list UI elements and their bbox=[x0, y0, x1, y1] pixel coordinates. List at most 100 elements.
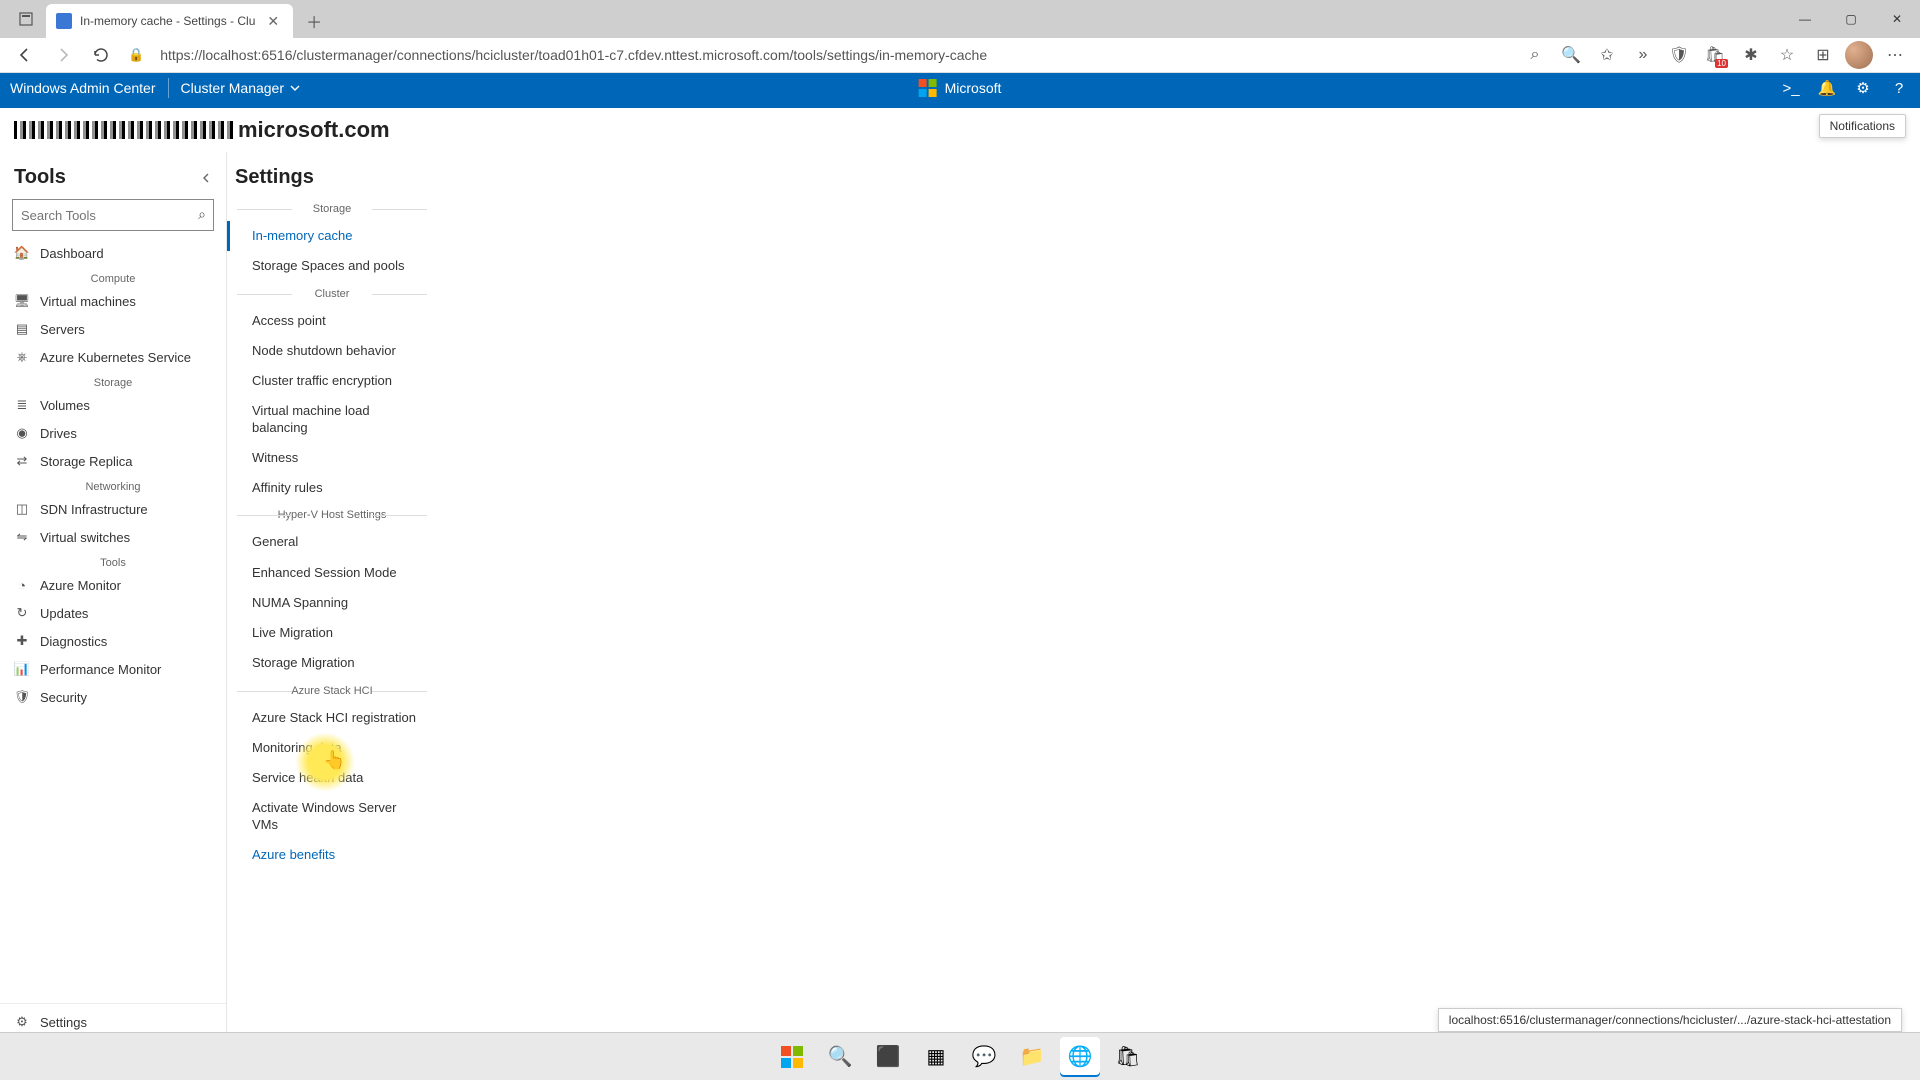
sidebar-item-servers[interactable]: ▤Servers bbox=[0, 315, 226, 343]
taskbar-search[interactable]: 🔍 bbox=[820, 1037, 860, 1077]
sidebar-item-label: Dashboard bbox=[40, 246, 104, 261]
gear-icon[interactable]: ⚙ bbox=[1852, 77, 1874, 99]
settings-item-in-memory-cache[interactable]: In-memory cache bbox=[227, 221, 437, 251]
status-url-tooltip: localhost:6516/clustermanager/connection… bbox=[1438, 1008, 1902, 1032]
tool-group-label: Storage bbox=[0, 371, 226, 391]
settings-item-general[interactable]: General bbox=[227, 527, 437, 557]
forward-button[interactable] bbox=[46, 38, 80, 72]
back-button[interactable] bbox=[8, 38, 42, 72]
settings-item-virtual-machine-load-balancing[interactable]: Virtual machine load balancing bbox=[227, 396, 437, 443]
settings-item-monitoring-data[interactable]: Monitoring data bbox=[227, 733, 437, 763]
window-minimize[interactable]: ― bbox=[1782, 0, 1828, 38]
settings-item-enhanced-session-mode[interactable]: Enhanced Session Mode bbox=[227, 558, 437, 588]
tool-group-label: Tools bbox=[0, 551, 226, 571]
favorite-icon[interactable]: ✩ bbox=[1590, 38, 1624, 72]
settings-item-affinity-rules[interactable]: Affinity rules bbox=[227, 473, 437, 503]
sidebar-item-performance-monitor[interactable]: 📊Performance Monitor bbox=[0, 655, 226, 683]
settings-group-label: Azure Stack HCI bbox=[237, 685, 427, 697]
shield-icon[interactable]: 🛡 bbox=[1662, 38, 1696, 72]
sidebar-item-dashboard[interactable]: 🏠Dashboard bbox=[0, 239, 226, 267]
overflow-chevron-icon[interactable]: » bbox=[1626, 38, 1660, 72]
tab-bar: In-memory cache - Settings - Clu ✕ ＋ ― ▢… bbox=[0, 0, 1920, 38]
search-tools-input[interactable] bbox=[12, 199, 214, 231]
start-button[interactable] bbox=[772, 1037, 812, 1077]
volume-icon: ≣ bbox=[14, 397, 30, 413]
powershell-icon[interactable]: >_ bbox=[1780, 77, 1802, 99]
refresh-button[interactable] bbox=[84, 38, 118, 72]
wac-header: Windows Admin Center Cluster Manager Mic… bbox=[0, 68, 1920, 108]
workspace: Tools ⌕ 🏠DashboardCompute🖥Virtual machin… bbox=[0, 152, 1920, 1040]
sidebar-item-diagnostics[interactable]: ✚Diagnostics bbox=[0, 627, 226, 655]
hostname-suffix: microsoft.com bbox=[238, 117, 390, 143]
search-icon[interactable]: ⌕ bbox=[198, 206, 206, 223]
settings-item-activate-windows-server-vms[interactable]: Activate Windows Server VMs bbox=[227, 793, 437, 840]
settings-item-cluster-traffic-encryption[interactable]: Cluster traffic encryption bbox=[227, 366, 437, 396]
sidebar-item-virtual-switches[interactable]: ⇋Virtual switches bbox=[0, 523, 226, 551]
settings-item-storage-spaces-and-pools[interactable]: Storage Spaces and pools bbox=[227, 251, 437, 281]
tools-sidebar: Tools ⌕ 🏠DashboardCompute🖥Virtual machin… bbox=[0, 152, 227, 1040]
drive-icon: ◉ bbox=[14, 425, 30, 441]
sidebar-item-label: Security bbox=[40, 690, 87, 705]
refresh-icon bbox=[92, 46, 110, 64]
help-icon[interactable]: ? bbox=[1888, 77, 1910, 99]
taskbar-edge[interactable]: 🌐 bbox=[1060, 1037, 1100, 1077]
window-maximize[interactable]: ▢ bbox=[1828, 0, 1874, 38]
settings-pane: Settings StorageIn-memory cacheStorage S… bbox=[227, 152, 1920, 1040]
settings-item-witness[interactable]: Witness bbox=[227, 443, 437, 473]
sidebar-item-drives[interactable]: ◉Drives bbox=[0, 419, 226, 447]
context-dropdown[interactable]: Cluster Manager bbox=[181, 80, 301, 96]
shopping-icon[interactable]: 🛍10 bbox=[1698, 38, 1732, 72]
sidebar-item-sdn-infrastructure[interactable]: ◫SDN Infrastructure bbox=[0, 495, 226, 523]
settings-item-service-health-data[interactable]: Service health data bbox=[227, 763, 437, 793]
browser-tab[interactable]: In-memory cache - Settings - Clu ✕ bbox=[46, 4, 293, 38]
settings-item-node-shutdown-behavior[interactable]: Node shutdown behavior bbox=[227, 336, 437, 366]
sidebar-item-storage-replica[interactable]: ⇄Storage Replica bbox=[0, 447, 226, 475]
tab-actions-button[interactable] bbox=[10, 3, 42, 35]
window-close[interactable]: ✕ bbox=[1874, 0, 1920, 38]
url-input[interactable] bbox=[154, 40, 1514, 70]
sidebar-item-volumes[interactable]: ≣Volumes bbox=[0, 391, 226, 419]
settings-item-access-point[interactable]: Access point bbox=[227, 306, 437, 336]
tools-title: Tools bbox=[14, 166, 200, 189]
tab-close-button[interactable]: ✕ bbox=[263, 13, 283, 30]
collections-icon[interactable]: ⊞ bbox=[1806, 38, 1840, 72]
sidebar-item-azure-kubernetes-service[interactable]: ⎈Azure Kubernetes Service bbox=[0, 343, 226, 371]
sidebar-item-azure-monitor[interactable]: ◔Azure Monitor bbox=[0, 571, 226, 599]
microsoft-logo: Microsoft bbox=[919, 79, 1002, 97]
settings-item-azure-benefits[interactable]: Azure benefits bbox=[227, 840, 437, 870]
settings-item-storage-migration[interactable]: Storage Migration bbox=[227, 648, 437, 678]
taskbar-explorer[interactable]: 📁 bbox=[1012, 1037, 1052, 1077]
sidebar-item-label: Azure Kubernetes Service bbox=[40, 350, 191, 365]
settings-item-live-migration[interactable]: Live Migration bbox=[227, 618, 437, 648]
settings-item-azure-stack-hci-registration[interactable]: Azure Stack HCI registration bbox=[227, 703, 437, 733]
taskbar-store[interactable]: 🛍 bbox=[1108, 1037, 1148, 1077]
wac-product-name[interactable]: Windows Admin Center bbox=[10, 80, 156, 96]
settings-item-numa-spanning[interactable]: NUMA Spanning bbox=[227, 588, 437, 618]
more-menu-icon[interactable]: ⋯ bbox=[1878, 38, 1912, 72]
sidebar-item-label: Updates bbox=[40, 606, 88, 621]
extensions-icon[interactable]: ✱ bbox=[1734, 38, 1768, 72]
sidebar-item-security[interactable]: 🛡Security bbox=[0, 683, 226, 711]
sidebar-settings-label: Settings bbox=[40, 1015, 87, 1030]
browser-chrome: In-memory cache - Settings - Clu ✕ ＋ ― ▢… bbox=[0, 0, 1920, 68]
favorites-bar-icon[interactable]: ☆ bbox=[1770, 38, 1804, 72]
sidebar-item-virtual-machines[interactable]: 🖥Virtual machines bbox=[0, 287, 226, 315]
notifications-icon[interactable]: 🔔 bbox=[1816, 77, 1838, 99]
tab-actions-icon bbox=[18, 11, 34, 27]
tab-favicon bbox=[56, 13, 72, 29]
profile-avatar[interactable] bbox=[1842, 38, 1876, 72]
taskbar-widgets[interactable]: ▦ bbox=[916, 1037, 956, 1077]
collapse-sidebar-button[interactable] bbox=[200, 172, 212, 184]
task-view[interactable]: ⬛ bbox=[868, 1037, 908, 1077]
sidebar-item-label: SDN Infrastructure bbox=[40, 502, 148, 517]
sidebar-item-updates[interactable]: ↻Updates bbox=[0, 599, 226, 627]
zoom-icon[interactable]: 🔍 bbox=[1554, 38, 1588, 72]
chevron-left-icon bbox=[200, 172, 212, 184]
lock-icon: 🔒 bbox=[122, 47, 150, 63]
window-controls: ― ▢ ✕ bbox=[1782, 0, 1920, 38]
sidebar-item-label: Virtual machines bbox=[40, 294, 136, 309]
taskbar-chat[interactable]: 💬 bbox=[964, 1037, 1004, 1077]
settings-group-label: Hyper-V Host Settings bbox=[237, 509, 427, 521]
new-tab-button[interactable]: ＋ bbox=[299, 6, 329, 36]
search-address-icon[interactable]: ⌕ bbox=[1518, 38, 1552, 72]
